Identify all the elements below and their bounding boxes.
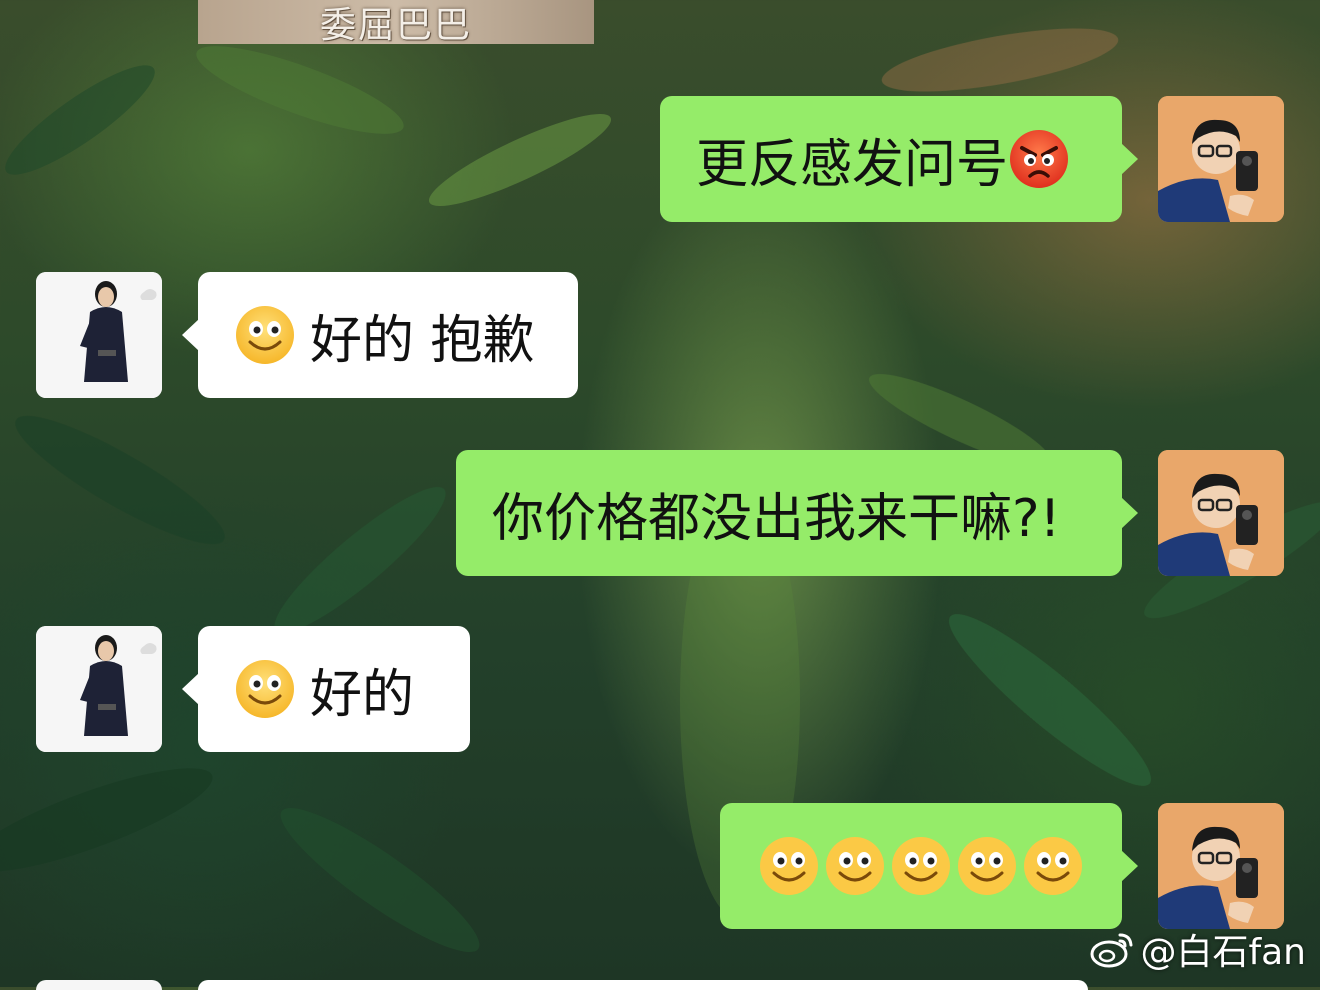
smile-face-icon [234,304,296,366]
smile-face-icon [956,835,1018,897]
weibo-watermark: @白石fan [1090,923,1306,975]
message-text: 更反感发问号 [696,134,1009,195]
sticker-image[interactable]: 委屈巴巴 [198,0,594,46]
smile-face-icon [234,658,296,720]
message-bubble-outgoing[interactable]: 更反感发问号 [660,96,1138,222]
emoji-sequence [758,835,1084,897]
smile-face-icon [758,835,820,897]
contact-avatar[interactable] [36,272,162,398]
angry-face-icon [1008,128,1070,190]
watermark-handle: @白石fan [1140,932,1306,973]
smile-face-icon [824,835,886,897]
message-text: 好的 [310,664,415,725]
my-avatar[interactable] [1158,450,1284,576]
smile-face-icon [1022,835,1084,897]
next-avatar-peek [36,980,162,990]
next-bubble-peek [198,980,1088,990]
message-text: 你价格都没出我来干嘛?! [492,488,1061,549]
smile-face-icon [890,835,952,897]
sticker-caption: 委屈巴巴 [319,5,472,46]
my-avatar[interactable] [1158,803,1284,929]
message-bubble-outgoing[interactable] [720,803,1138,929]
message-bubble-incoming[interactable]: 好的 [182,626,470,752]
message-bubble-incoming[interactable]: 好的 抱歉 [182,272,578,398]
contact-avatar[interactable] [36,626,162,752]
message-text: 好的 抱歉 [310,310,535,371]
my-avatar[interactable] [1158,96,1284,222]
weibo-icon [1090,933,1133,968]
message-bubble-outgoing[interactable]: 你价格都没出我来干嘛?! [456,450,1138,576]
